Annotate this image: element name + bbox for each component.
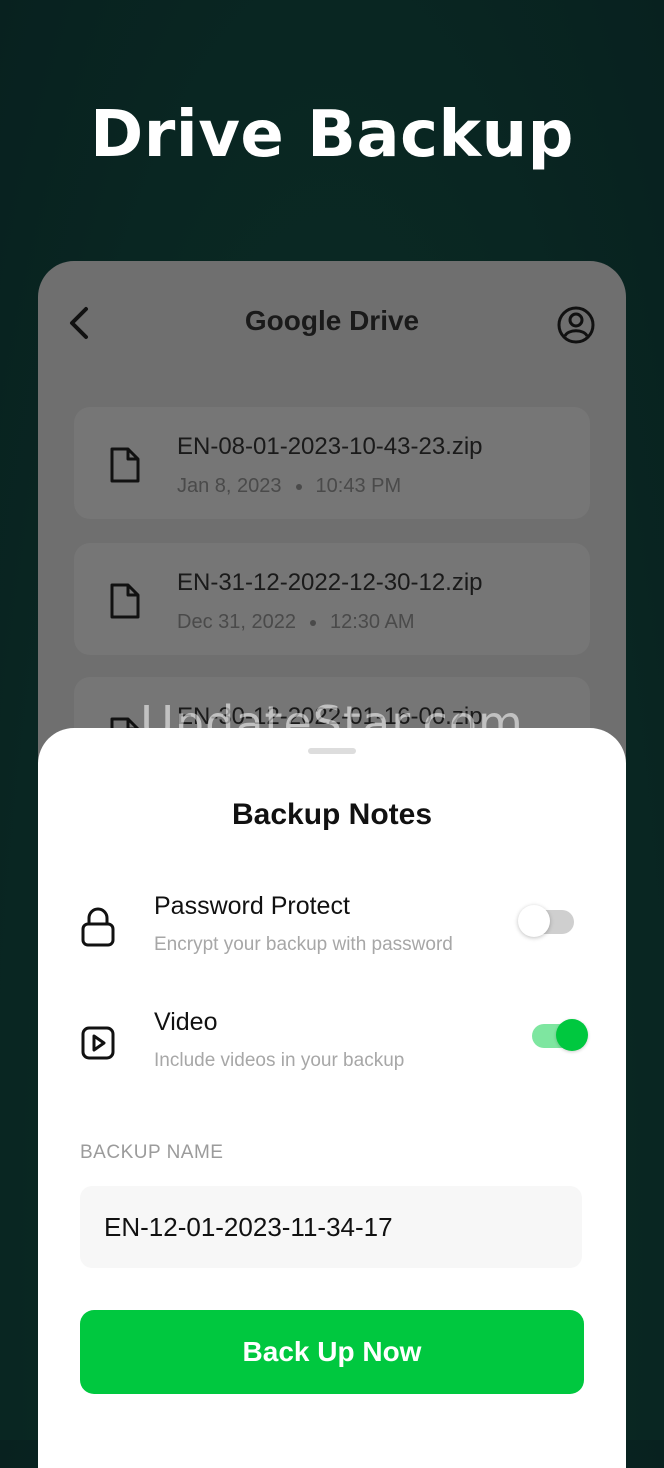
password-toggle[interactable] xyxy=(518,905,574,937)
file-date: Dec 31, 2022 xyxy=(177,611,296,633)
list-item[interactable]: EN-08-01-2023-10-43-23.zip Jan 8, 2023 10… xyxy=(74,407,590,519)
back-up-now-button[interactable]: Back Up Now xyxy=(80,1310,584,1394)
file-icon xyxy=(110,447,140,483)
drive-title: Google Drive xyxy=(244,305,420,336)
video-toggle[interactable] xyxy=(532,1019,588,1051)
backup-name-input[interactable] xyxy=(80,1186,582,1268)
drive-header: Google Drive xyxy=(38,261,626,387)
file-date: Jan 8, 2023 xyxy=(177,475,282,497)
separator-dot xyxy=(309,619,316,626)
hero-title: Drive Backup xyxy=(90,98,574,172)
lock-icon xyxy=(81,907,115,947)
toggle-knob xyxy=(518,905,550,937)
account-icon[interactable] xyxy=(556,305,596,345)
file-name: EN-08-01-2023-10-43-23.zip xyxy=(177,433,483,460)
toggle-knob xyxy=(556,1019,588,1051)
video-icon xyxy=(81,1026,115,1060)
file-meta: Dec 31, 2022 12:30 AM xyxy=(177,611,415,634)
file-name: EN-31-12-2022-12-30-12.zip xyxy=(177,569,483,596)
video-option[interactable]: Video Include videos in your backup xyxy=(38,994,626,1084)
list-item[interactable]: EN-31-12-2022-12-30-12.zip Dec 31, 2022 1… xyxy=(74,543,590,655)
sheet-title: Backup Notes xyxy=(231,798,433,831)
file-meta: Jan 8, 2023 10:43 PM xyxy=(177,475,401,498)
file-time: 12:30 AM xyxy=(329,611,415,633)
file-time: 10:43 PM xyxy=(315,475,402,497)
file-icon xyxy=(110,583,140,619)
option-title: Video xyxy=(154,1008,218,1036)
sheet-grabber[interactable] xyxy=(308,748,356,754)
backup-sheet: Backup Notes Password Protect Encrypt yo… xyxy=(38,728,626,1468)
option-subtitle: Encrypt your backup with password xyxy=(154,934,453,955)
separator-dot xyxy=(295,483,302,490)
backup-name-label: BACKUP NAME xyxy=(80,1142,224,1163)
password-protect-option[interactable]: Password Protect Encrypt your backup wit… xyxy=(38,878,626,968)
option-subtitle: Include videos in your backup xyxy=(154,1050,405,1071)
option-title: Password Protect xyxy=(154,892,350,920)
